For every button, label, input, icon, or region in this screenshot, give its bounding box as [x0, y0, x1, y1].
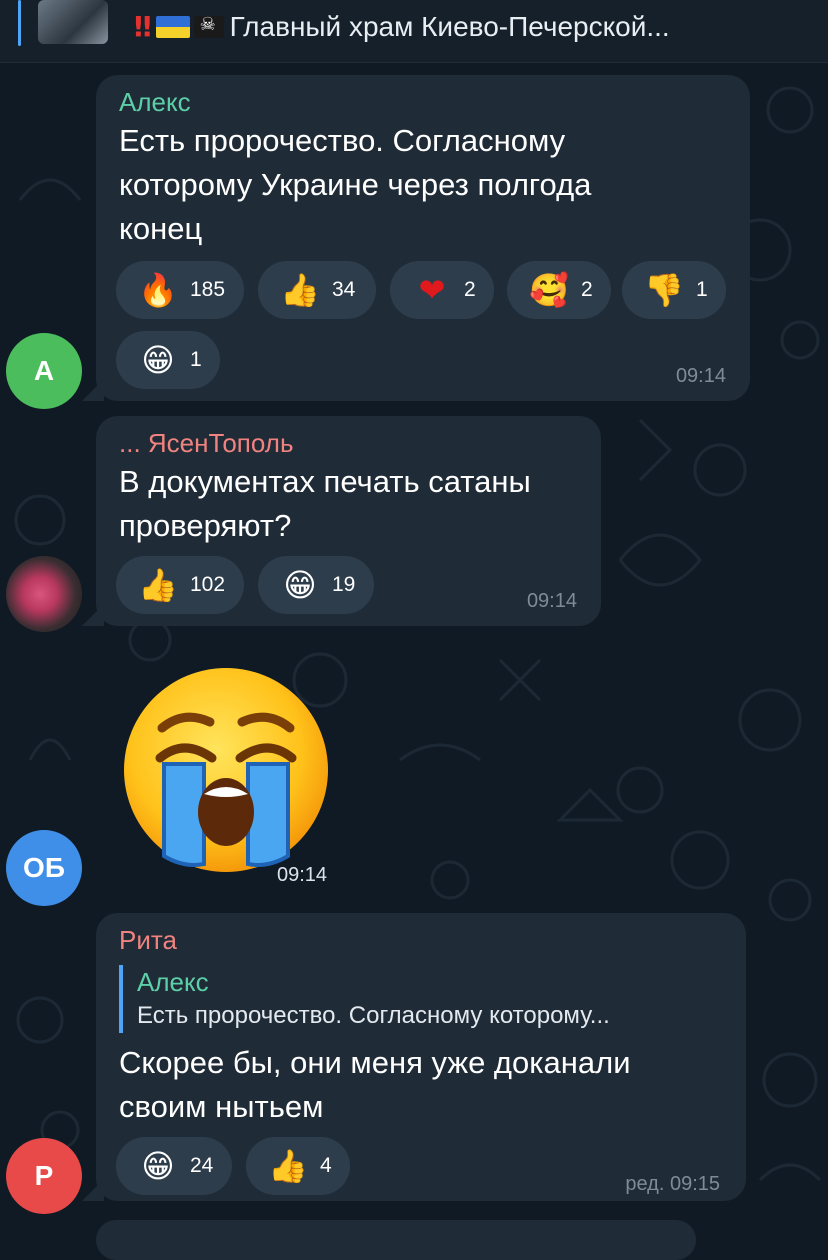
ukraine-flag-icon — [155, 16, 190, 38]
sender-name[interactable]: ... ЯсенТополь — [119, 428, 293, 459]
sender-name[interactable]: Рита — [119, 925, 177, 956]
reaction-grin[interactable]: 😁 19 — [258, 556, 374, 614]
reaction-grin[interactable]: 😁 24 — [116, 1137, 232, 1195]
reply-sender-name: Алекс — [137, 967, 209, 997]
bubble-tail — [82, 604, 104, 626]
reaction-count: 102 — [190, 573, 226, 596]
message-time: 09:14 — [526, 590, 577, 612]
double-exclamation-icon: ‼ — [134, 10, 152, 43]
grin-icon: 😁 — [141, 341, 175, 379]
bubble-tail — [82, 379, 104, 401]
message-bubble-2[interactable]: ... ЯсенТополь В документах печать сатан… — [82, 416, 601, 626]
avatar[interactable]: А — [6, 333, 82, 409]
reaction-count: 19 — [332, 573, 356, 596]
sticker-time: 09:14 — [277, 864, 328, 886]
reaction-thumbs-up[interactable]: 👍 4 — [246, 1137, 350, 1195]
message-text: Есть пророчество. Согласному которому Ук… — [119, 119, 591, 251]
reaction-thumbs-down[interactable]: 👎 1 — [622, 261, 726, 319]
fire-icon: 🔥 — [138, 271, 178, 309]
pinned-title: Главный храм Киево-Печерской... — [229, 11, 670, 42]
reaction-count: 4 — [320, 1154, 332, 1177]
thumbs-up-icon: 👍 — [268, 1147, 308, 1185]
pinned-thumbnail — [38, 0, 108, 44]
message-line: конец — [119, 211, 203, 246]
avatar-photo[interactable] — [6, 556, 82, 632]
bubble-tail — [82, 1179, 104, 1201]
reply-text: Есть пророчество. Согласному которому... — [137, 1002, 610, 1029]
reaction-smiling-hearts[interactable]: 🥰 2 — [507, 261, 611, 319]
message-bubble-1[interactable]: Алекс Есть пророчество. Согласному котор… — [82, 75, 750, 401]
grin-icon: 😁 — [141, 1147, 175, 1185]
sender-name[interactable]: Алекс — [119, 87, 191, 118]
heart-icon: ❤ — [418, 271, 446, 309]
reaction-count: 24 — [190, 1154, 214, 1177]
reply-quote[interactable]: Алекс Есть пророчество. Согласному котор… — [119, 965, 610, 1033]
message-time: 09:14 — [675, 365, 726, 387]
reaction-grin[interactable]: 😁 1 — [116, 331, 220, 389]
message-line: проверяют? — [119, 508, 292, 543]
message-line: Скорее бы, они меня уже доканали — [119, 1045, 631, 1080]
message-text: В документах печать сатаны проверяют? — [119, 460, 531, 548]
message-line: своим нытьем — [119, 1089, 324, 1124]
avatar[interactable]: ОБ — [6, 830, 82, 906]
pirate-flag-icon — [193, 14, 224, 38]
reaction-fire[interactable]: 🔥 185 — [116, 261, 244, 319]
reaction-heart[interactable]: ❤ 2 — [390, 261, 494, 319]
reaction-count: 185 — [190, 278, 226, 301]
reaction-count: 2 — [464, 278, 476, 301]
reaction-thumbs-up[interactable]: 👍 102 — [116, 556, 244, 614]
reaction-count: 1 — [696, 278, 708, 301]
reaction-count: 2 — [581, 278, 593, 301]
reaction-count: 34 — [332, 278, 356, 301]
thumbs-up-icon: 👍 — [280, 271, 320, 309]
grin-icon: 😁 — [283, 566, 317, 604]
message-line: которому Украине через полгода — [119, 167, 592, 202]
smiling-face-with-hearts-icon: 🥰 — [529, 271, 569, 309]
message-line: Есть пророчество. Согласному — [119, 123, 566, 158]
avatar[interactable]: Р — [6, 1138, 82, 1214]
next-message-bubble-partial[interactable] — [96, 1220, 696, 1260]
reaction-count: 1 — [190, 348, 202, 371]
thumbs-down-icon: 👎 — [644, 271, 684, 309]
pinned-message-text: ‼ Главный храм Киево-Печерской... — [134, 10, 670, 43]
reaction-thumbs-up[interactable]: 👍 34 — [258, 261, 376, 319]
thumbs-up-icon: 👍 — [138, 566, 178, 604]
pinned-accent-line — [18, 0, 21, 46]
loudly-crying-face-icon[interactable] — [122, 666, 330, 874]
pinned-message-bar[interactable]: ‼ Главный храм Киево-Печерской... — [0, 0, 828, 63]
message-text: Скорее бы, они меня уже доканали своим н… — [119, 1041, 631, 1129]
message-line: В документах печать сатаны — [119, 464, 531, 499]
message-time-edited: ред. 09:15 — [625, 1173, 720, 1195]
message-bubble-4[interactable]: Рита Алекс Есть пророчество. Согласному … — [82, 913, 746, 1201]
